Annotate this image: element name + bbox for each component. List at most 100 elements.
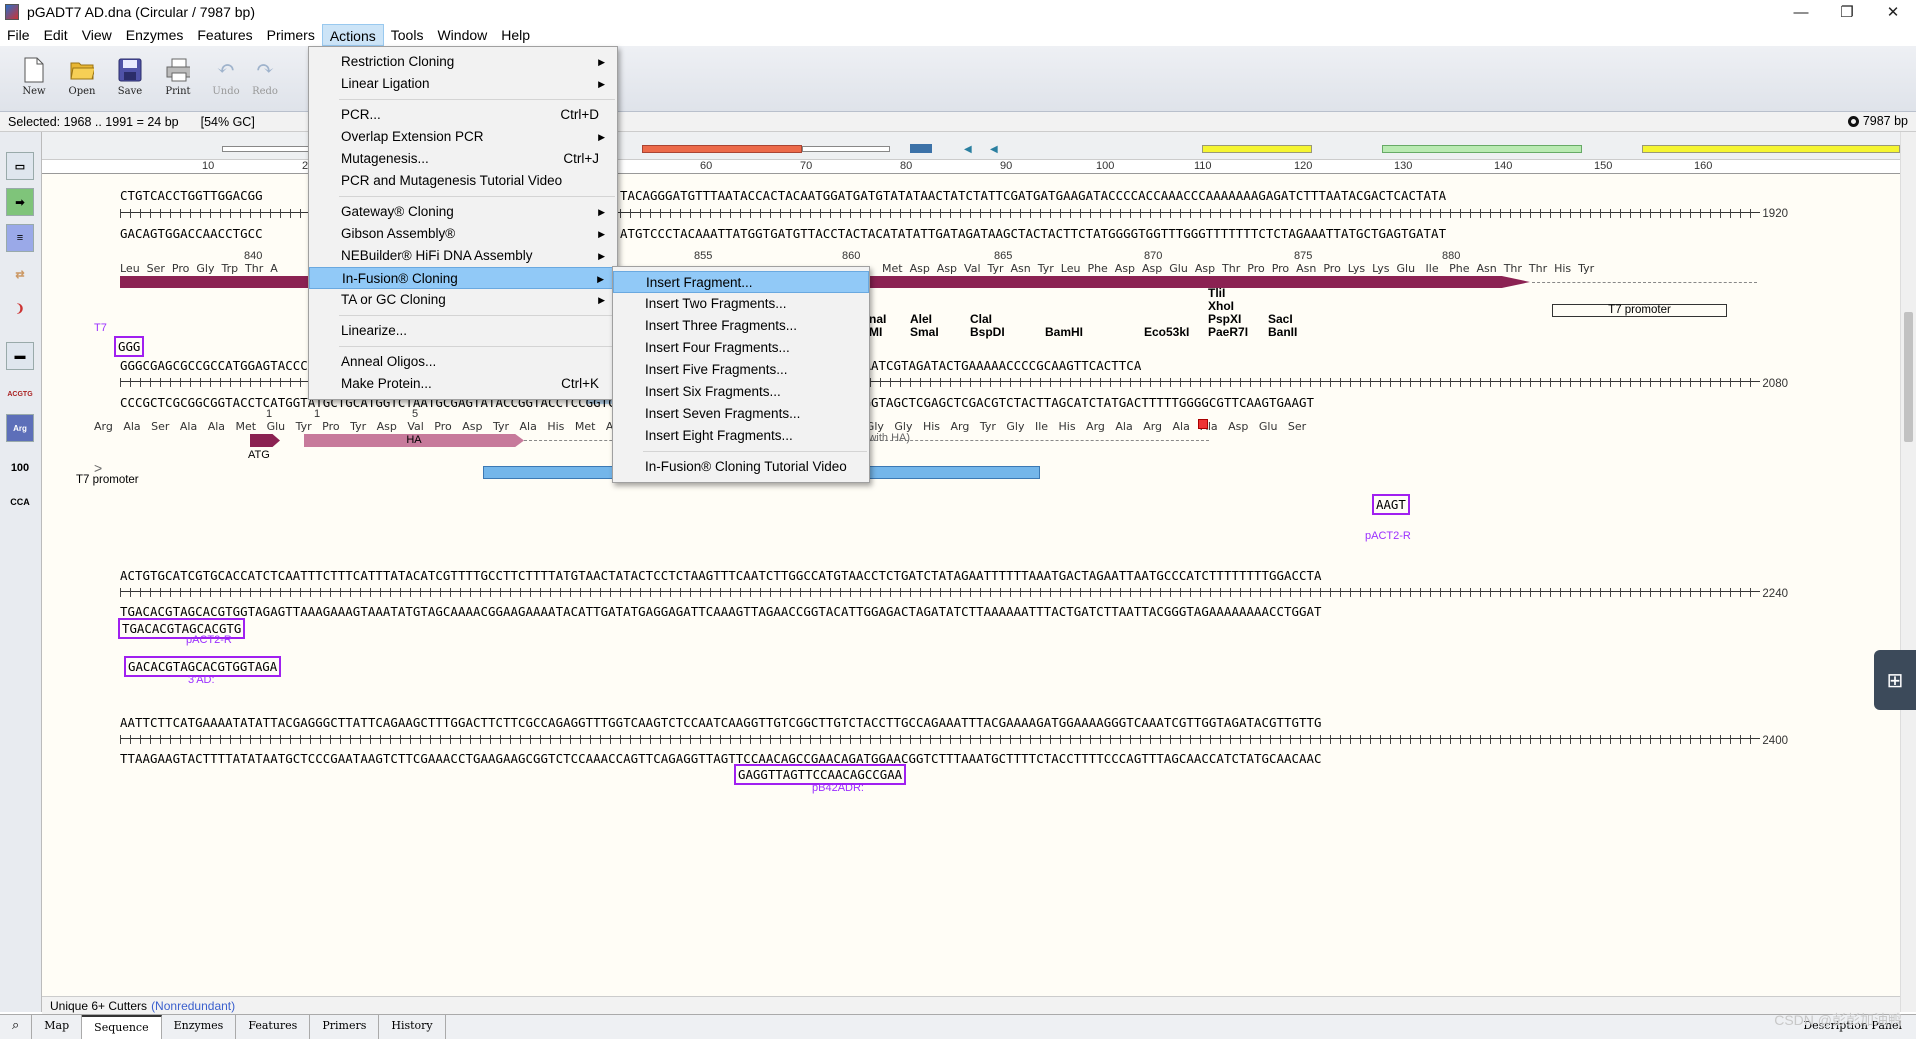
- tab-history[interactable]: History: [379, 1015, 446, 1039]
- menu-window[interactable]: Window: [430, 24, 494, 46]
- vertical-scrollbar[interactable]: [1900, 132, 1916, 1012]
- tab-primers[interactable]: Primers: [310, 1015, 380, 1039]
- menu-item-gibson-assembly[interactable]: Gibson Assembly® ▶: [309, 223, 617, 245]
- menu-item-nebuilder-hifi-dna-assembly[interactable]: NEBuilder® HiFi DNA Assembly ▶: [309, 245, 617, 267]
- nonredundant-link[interactable]: (Nonredundant): [151, 999, 235, 1013]
- atg-label: ATG: [248, 449, 270, 461]
- arrow-right-icon[interactable]: ➡: [6, 188, 34, 216]
- ruler-label: 80: [900, 160, 913, 172]
- tab-enzymes[interactable]: Enzymes: [162, 1015, 237, 1039]
- cutters-label[interactable]: Unique 6+ Cutters: [50, 999, 147, 1013]
- new-button[interactable]: New: [10, 56, 58, 97]
- open-button[interactable]: Open: [58, 56, 106, 97]
- menu-primers[interactable]: Primers: [260, 24, 322, 46]
- translation-icon[interactable]: Arg: [6, 414, 34, 442]
- scrollbar-thumb[interactable]: [1904, 312, 1913, 442]
- search-icon[interactable]: ⌕: [0, 1015, 33, 1039]
- submenu-item-insert-two-fragments[interactable]: Insert Two Fragments...: [613, 293, 869, 315]
- menu-file[interactable]: File: [0, 24, 37, 46]
- menu-separator: [643, 451, 867, 452]
- tab-sequence[interactable]: Sequence: [82, 1015, 162, 1039]
- menu-item-restriction-cloning[interactable]: Restriction Cloning ▶: [309, 51, 617, 73]
- menu-item-pcr[interactable]: PCR... Ctrl+D: [309, 104, 617, 126]
- menu-view[interactable]: View: [75, 24, 119, 46]
- maximize-button[interactable]: ❐: [1824, 0, 1870, 24]
- aa-number: 1: [314, 408, 321, 420]
- menu-features[interactable]: Features: [190, 24, 259, 46]
- codon-icon[interactable]: CCA: [6, 488, 34, 516]
- tab-map[interactable]: Map: [32, 1015, 83, 1039]
- submenu-item-insert-fragment[interactable]: Insert Fragment...: [613, 271, 869, 293]
- aa-number: 870: [1144, 250, 1163, 262]
- ruler-label: 160: [1694, 160, 1713, 172]
- t7-primer[interactable]: GGG: [114, 336, 145, 357]
- enzyme-site[interactable]: BamHI: [1045, 326, 1083, 339]
- menu-help[interactable]: Help: [494, 24, 537, 46]
- sequence-length: 7987 bp: [1847, 114, 1908, 128]
- map-feature-bar: [1382, 145, 1582, 153]
- enzyme-site[interactable]: Eco53kI: [1144, 326, 1189, 339]
- map-arrow-icon: ◀: [990, 144, 998, 155]
- sequence-view-icon[interactable]: ACGTG: [6, 380, 34, 408]
- enzyme-site[interactable]: AleI SmaI: [910, 313, 939, 339]
- ruler-label: 120: [1294, 160, 1313, 172]
- save-label: Save: [117, 86, 143, 97]
- menu-tools[interactable]: Tools: [384, 24, 431, 46]
- menu-item-linear-ligation[interactable]: Linear Ligation ▶: [309, 73, 617, 95]
- align-icon[interactable]: ≡: [6, 224, 34, 252]
- enzyme-site[interactable]: ClaI BspDI: [970, 313, 1005, 339]
- t7-promoter-feature[interactable]: T7 promoter: [1552, 304, 1727, 317]
- menu-item-label: Insert Seven Fragments...: [645, 406, 801, 421]
- menu-item-linearize[interactable]: Linearize...: [309, 320, 617, 342]
- enzyme-site[interactable]: naI MI: [869, 313, 886, 339]
- menu-item-in-fusion-cloning[interactable]: In-Fusion® Cloning ▶: [309, 267, 617, 289]
- circle-toggle-icon[interactable]: ❩: [6, 294, 34, 322]
- restriction-toggle-icon[interactable]: ▬: [6, 342, 34, 370]
- enzyme-site[interactable]: TliI XhoI PspXI PaeR7I: [1208, 287, 1248, 339]
- ha-tag-feature[interactable]: HA: [304, 434, 524, 447]
- submenu-item-insert-seven-fragments[interactable]: Insert Seven Fragments...: [613, 403, 869, 425]
- redo-button[interactable]: ↷ Redo: [250, 56, 280, 97]
- undo-label: Undo: [212, 86, 240, 97]
- submenu-item-insert-eight-fragments[interactable]: Insert Eight Fragments...: [613, 425, 869, 447]
- menu-item-label: Gateway® Cloning: [341, 204, 454, 219]
- print-button[interactable]: Print: [154, 56, 202, 97]
- menu-item-label: NEBuilder® HiFi DNA Assembly: [341, 248, 533, 263]
- menu-item-label: PCR and Mutagenesis Tutorial Video: [341, 173, 563, 188]
- submenu-item-insert-four-fragments[interactable]: Insert Four Fragments...: [613, 337, 869, 359]
- actions-dropdown: Restriction Cloning ▶ Linear Ligation ▶ PCR.…: [308, 46, 618, 400]
- line-number: 2240: [1762, 588, 1788, 600]
- menu-actions[interactable]: Actions: [321, 24, 384, 46]
- atg-feature[interactable]: [250, 434, 280, 447]
- menu-edit[interactable]: Edit: [37, 24, 75, 46]
- ruler-icon[interactable]: 100: [6, 454, 34, 482]
- pact2-r-primer-top[interactable]: AAGT: [1372, 494, 1410, 515]
- menu-enzymes[interactable]: Enzymes: [119, 24, 191, 46]
- submenu-item-insert-three-fragments[interactable]: Insert Three Fragments...: [613, 315, 869, 337]
- submenu-item-in-fusion-cloning-tutorial-video[interactable]: In-Fusion® Cloning Tutorial Video: [613, 456, 869, 478]
- watermark: CSDN @彭彭加油鸭: [1774, 1012, 1902, 1028]
- tab-features[interactable]: Features: [236, 1015, 311, 1039]
- save-button[interactable]: Save: [106, 56, 154, 97]
- menu-item-anneal-oligos[interactable]: Anneal Oligos...: [309, 351, 617, 373]
- undo-button[interactable]: ↶ Undo: [202, 56, 250, 97]
- menu-item-pcr-and-mutagenesis-tutorial-video[interactable]: PCR and Mutagenesis Tutorial Video: [309, 170, 617, 192]
- menu-item-gateway-cloning[interactable]: Gateway® Cloning ▶: [309, 201, 617, 223]
- minimize-button[interactable]: —: [1778, 0, 1824, 24]
- menu-item-ta-or-gc-cloning[interactable]: TA or GC Cloning ▶: [309, 289, 617, 311]
- close-button[interactable]: ✕: [1870, 0, 1916, 24]
- submenu-item-insert-five-fragments[interactable]: Insert Five Fragments...: [613, 359, 869, 381]
- menu-item-label: Mutagenesis...: [341, 151, 429, 166]
- menu-item-overlap-extension-pcr[interactable]: Overlap Extension PCR ▶: [309, 126, 617, 148]
- menu-item-mutagenesis[interactable]: Mutagenesis... Ctrl+J: [309, 148, 617, 170]
- enzyme-site[interactable]: SacI BanII: [1268, 313, 1297, 339]
- map-feature-bar: [910, 144, 932, 153]
- add-panel-button[interactable]: ⊞: [1874, 650, 1916, 710]
- bottom-strand: TTAAGAAGTACTTTTATATAATGCTCCCGAATAAGTCTTC…: [120, 751, 1322, 766]
- menu-item-label: Insert Three Fragments...: [645, 318, 798, 333]
- strand-icon[interactable]: ⇄: [6, 260, 34, 288]
- bottom-strand: ATGTCCCTACAAATTATGGTGATGTTACCTACTACATATA…: [620, 226, 1447, 241]
- submenu-item-insert-six-fragments[interactable]: Insert Six Fragments...: [613, 381, 869, 403]
- select-tool-icon[interactable]: ▭: [6, 152, 34, 180]
- menu-item-make-protein[interactable]: Make Protein... Ctrl+K: [309, 373, 617, 395]
